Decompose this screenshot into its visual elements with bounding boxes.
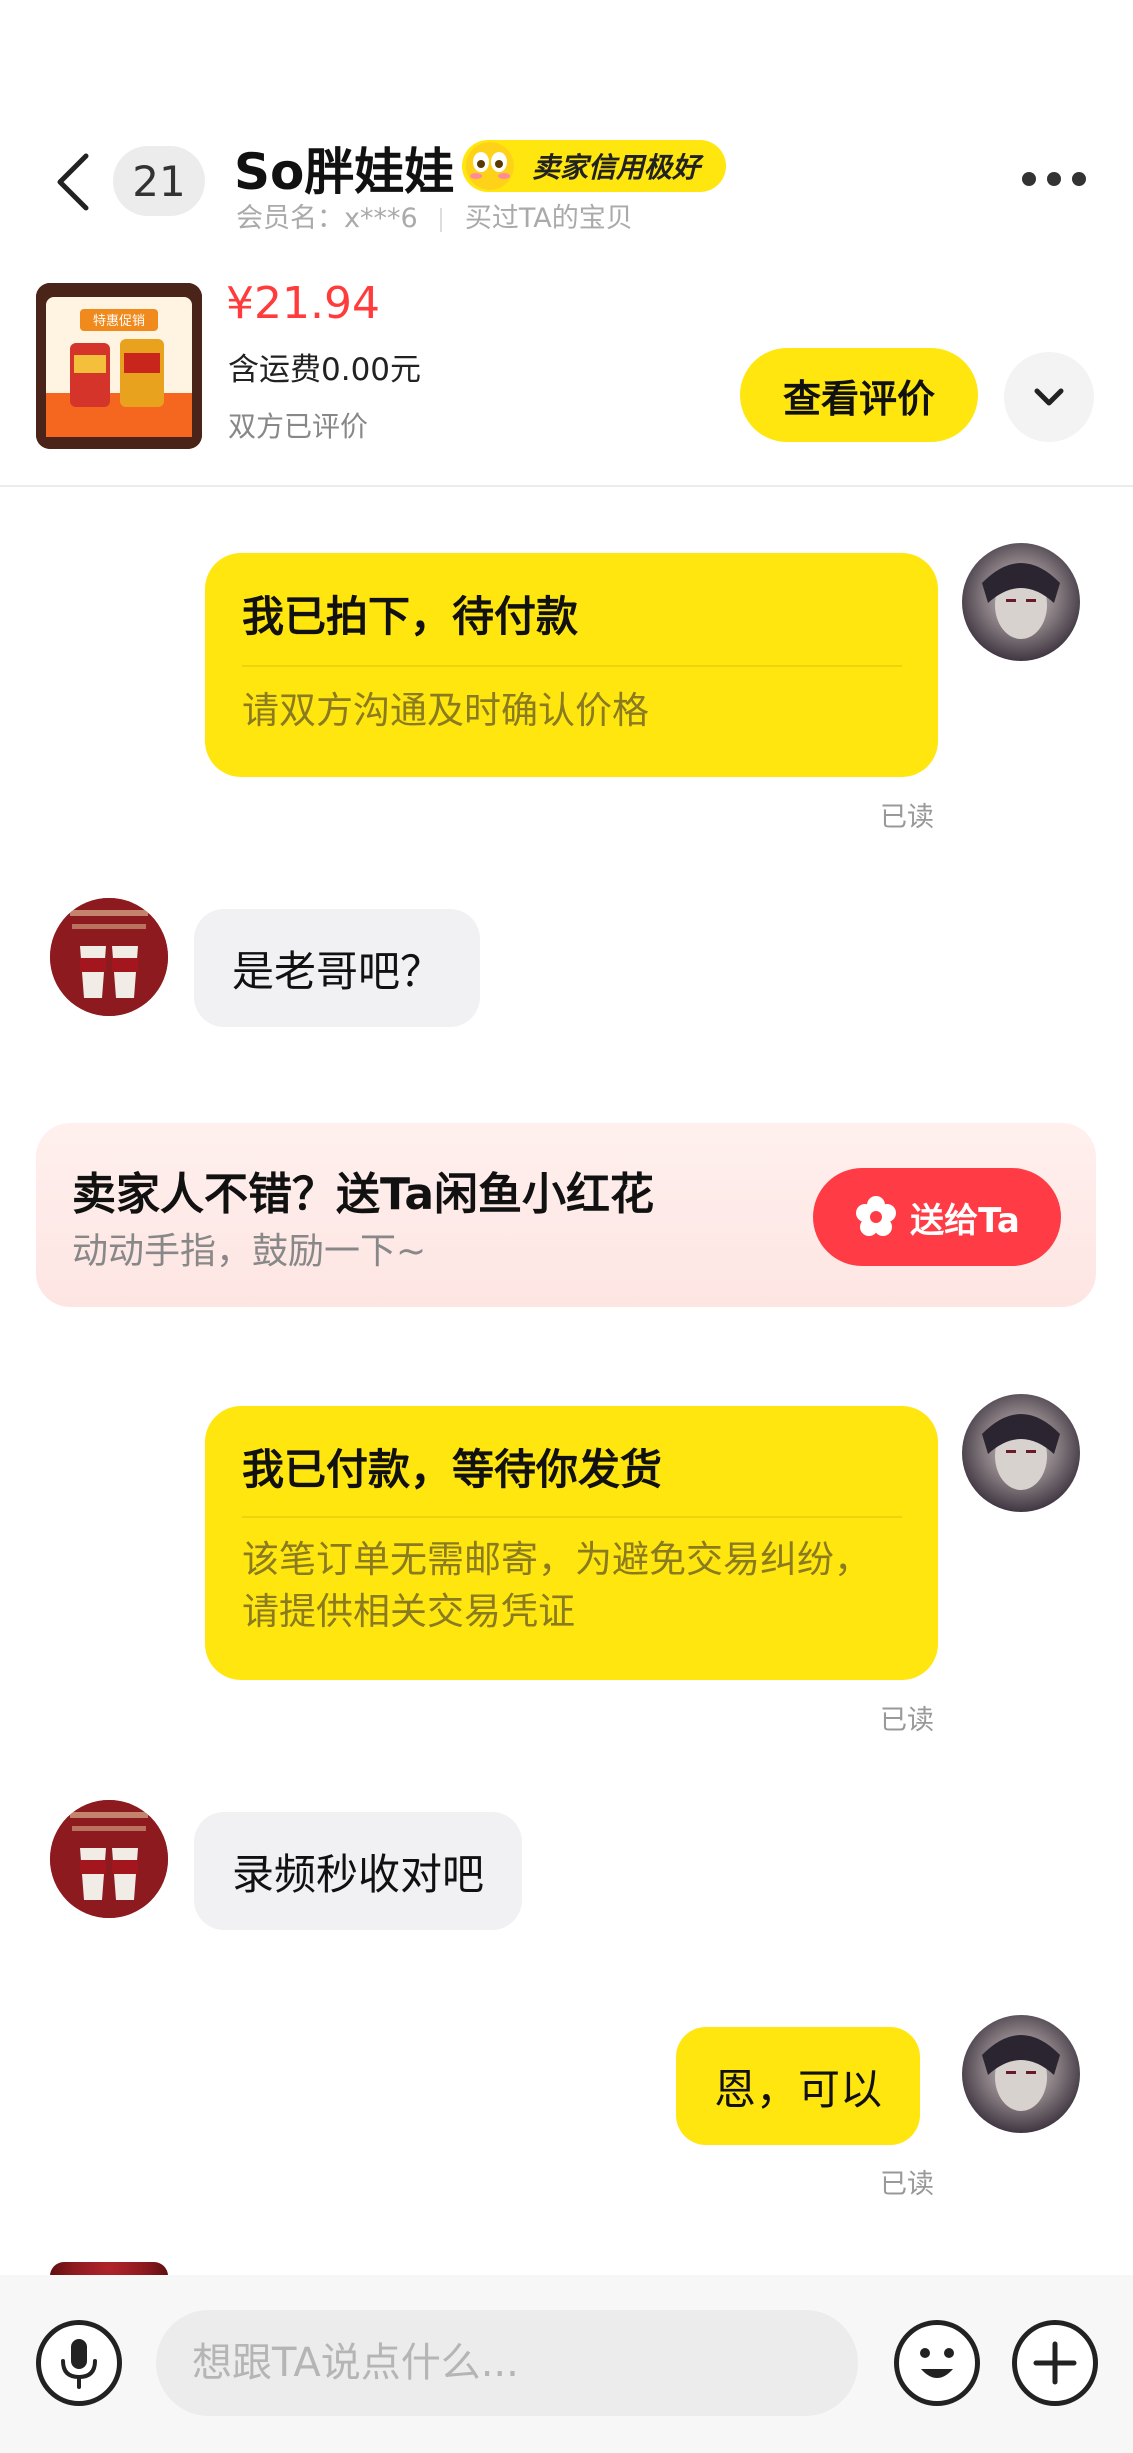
view-review-button[interactable]: 查看评价 <box>740 348 978 442</box>
smiley-icon <box>920 2348 954 2378</box>
avatar-image <box>982 1414 1060 1490</box>
bought-from-ta-link[interactable]: 买过TA的宝贝 <box>465 203 633 234</box>
plus-icon <box>1033 2341 1077 2385</box>
avatar-image <box>982 2035 1060 2111</box>
read-receipt: 已读 <box>880 1705 934 1736</box>
send-flower-label: 送给Ta <box>910 1200 1020 1241</box>
credit-badge-label: 卖家信用极好 <box>532 151 701 184</box>
thumbnail-text: 特惠促销 <box>93 314 145 329</box>
card-title: 我已拍下，待付款 <box>242 592 579 641</box>
member-name: 会员名：x***6 <box>236 203 418 234</box>
message-bubble-incoming[interactable]: 录频秒收对吧 <box>194 1812 523 1930</box>
card-divider <box>242 1516 902 1518</box>
flower-banner-title: 卖家人不错？送Ta闲鱼小红花 <box>72 1169 655 1220</box>
chevron-down-icon <box>1034 388 1064 406</box>
unread-count-badge[interactable]: 21 <box>113 146 205 216</box>
member-info: 会员名：x***6 买过TA的宝贝 <box>236 196 633 235</box>
card-body: 该笔订单无需邮寄，为避免交易纠纷，请提供相关交易凭证 <box>242 1538 871 1633</box>
avatar-image <box>50 898 168 1016</box>
message-text: 恩，可以 <box>714 2064 883 2114</box>
seller-name[interactable]: So胖娃娃 <box>234 132 454 204</box>
card-body: 请双方沟通及时确认价格 <box>242 689 649 732</box>
send-flower-button[interactable]: 送给Ta <box>813 1168 1061 1266</box>
seller-avatar[interactable] <box>50 898 168 1016</box>
card-title: 我已付款，等待你发货 <box>242 1445 663 1494</box>
review-status: 双方已评价 <box>228 410 369 443</box>
my-avatar[interactable] <box>962 543 1080 661</box>
emoji-button[interactable] <box>894 2320 980 2406</box>
expand-button[interactable] <box>1004 352 1094 442</box>
product-thumbnail[interactable]: 特惠促销 <box>36 283 202 449</box>
read-receipt: 已读 <box>880 802 934 833</box>
message-input[interactable] <box>156 2310 858 2416</box>
order-status-card[interactable]: 我已拍下，待付款 请双方沟通及时确认价格 <box>205 553 938 777</box>
more-dot <box>1047 172 1061 186</box>
message-bubble-outgoing[interactable]: 恩，可以 <box>676 2027 921 2145</box>
message-text: 录频秒收对吧 <box>232 1849 485 1899</box>
seller-avatar[interactable] <box>50 1800 168 1918</box>
card-divider <box>242 665 902 667</box>
voice-button[interactable] <box>36 2320 122 2406</box>
my-avatar[interactable] <box>962 2015 1080 2133</box>
divider <box>440 207 443 232</box>
back-arrow-icon <box>57 153 89 211</box>
more-dots-icon <box>1022 172 1036 186</box>
shipping-fee: 含运费0.00元 <box>228 352 422 388</box>
my-avatar[interactable] <box>962 1394 1080 1512</box>
more-actions-button[interactable] <box>1012 2320 1098 2406</box>
seller-avatar <box>50 2262 168 2276</box>
product-price: ¥21.94 <box>226 278 380 329</box>
avatar-image <box>50 1800 168 1918</box>
message-bubble-incoming[interactable]: 是老哥吧？ <box>194 909 481 1027</box>
microphone-icon <box>61 2339 97 2389</box>
eyes-emoji-icon <box>464 140 516 192</box>
more-button[interactable] <box>1022 172 1086 188</box>
message-text: 是老哥吧？ <box>232 946 443 996</box>
more-dot <box>1072 172 1086 186</box>
flower-icon <box>856 1196 897 1236</box>
read-receipt: 已读 <box>880 2169 934 2200</box>
flower-banner-subtitle: 动动手指，鼓励一下~ <box>72 1231 427 1272</box>
back-button[interactable] <box>50 150 94 214</box>
avatar-image <box>982 563 1060 639</box>
header-divider <box>0 485 1133 487</box>
product-image: 特惠促销 <box>36 283 202 449</box>
order-status-card[interactable]: 我已付款，等待你发货 该笔订单无需邮寄，为避免交易纠纷，请提供相关交易凭证 <box>205 1406 938 1680</box>
